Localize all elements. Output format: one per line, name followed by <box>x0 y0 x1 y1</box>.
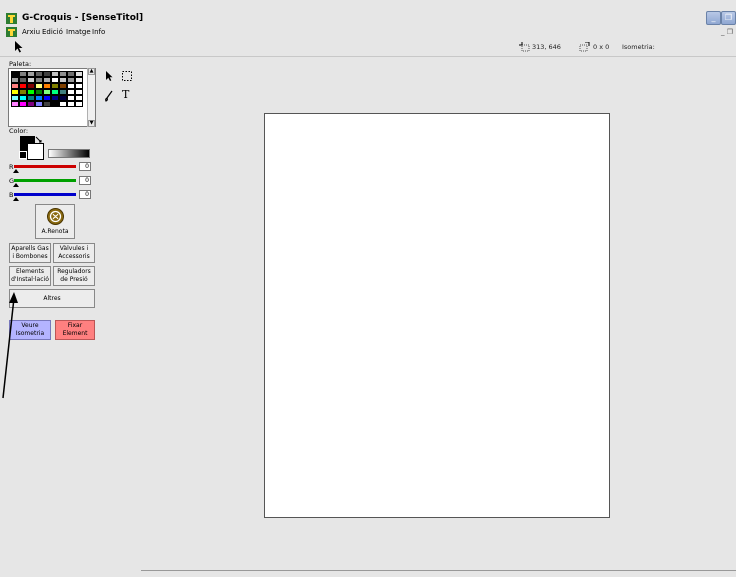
scroll-up-icon[interactable]: ▲ <box>88 68 95 75</box>
app-icon <box>6 13 17 24</box>
palette-swatch[interactable] <box>51 101 59 107</box>
palette-grid[interactable] <box>11 71 83 107</box>
brush-icon[interactable] <box>103 90 115 102</box>
window-title: G-Croquis - [SenseTitol] <box>22 13 144 23</box>
palette-swatch[interactable] <box>19 101 27 107</box>
red-slider[interactable] <box>14 165 76 168</box>
menu-bar <box>0 26 736 38</box>
palette-swatch[interactable] <box>27 101 35 107</box>
position-icon <box>519 42 530 52</box>
document-icon <box>6 27 17 37</box>
renota-label: A.Renota <box>41 228 69 235</box>
menu-edicio[interactable]: Edició <box>42 27 63 37</box>
pressure-regulators-button[interactable]: Reguladors de Presió <box>53 266 95 286</box>
renota-logo-icon <box>47 208 64 225</box>
green-slider-thumb[interactable] <box>13 183 19 187</box>
background-color-swatch[interactable] <box>27 143 44 160</box>
green-slider[interactable] <box>14 179 76 182</box>
palette-swatch[interactable] <box>11 101 19 107</box>
drawing-canvas[interactable] <box>264 113 610 518</box>
installation-elements-button[interactable]: Elements d'Instal·lació <box>9 266 51 286</box>
palette-scrollbar[interactable]: ▲ ▼ <box>87 68 95 127</box>
annotation-arrow-icon <box>2 292 18 399</box>
green-value[interactable]: 0 <box>79 176 91 185</box>
palette-label: Paleta: <box>9 60 32 68</box>
fix-element-button[interactable]: Fixar Element <box>55 320 95 340</box>
palette-swatch[interactable] <box>59 101 67 107</box>
blue-slider-thumb[interactable] <box>13 197 19 201</box>
menu-info[interactable]: Info <box>92 27 105 37</box>
scroll-down-icon[interactable]: ▼ <box>88 120 95 127</box>
size-icon <box>579 42 590 52</box>
renota-logo-button[interactable]: A.Renota <box>35 204 75 239</box>
menu-imatge[interactable]: Imatge <box>66 27 91 37</box>
reset-colors-icon[interactable] <box>19 151 27 159</box>
mdi-window-controls[interactable]: _ ❐ <box>721 27 733 37</box>
gas-appliances-button[interactable]: Aparells Gas i Bombones <box>9 243 51 263</box>
minimize-button[interactable]: _ <box>706 11 721 25</box>
text-tool-icon[interactable]: T <box>122 88 129 101</box>
swap-colors-icon[interactable] <box>35 136 42 143</box>
valves-accessories-button[interactable]: Vàlvules i Accessoris <box>53 243 95 263</box>
palette-swatch[interactable] <box>67 101 75 107</box>
blue-slider[interactable] <box>14 193 76 196</box>
others-button[interactable]: Altres <box>9 289 95 308</box>
blue-value[interactable]: 0 <box>79 190 91 199</box>
red-slider-thumb[interactable] <box>13 169 19 173</box>
palette-swatch[interactable] <box>35 101 43 107</box>
select-arrow-icon[interactable] <box>103 70 115 82</box>
isometry-status: Isometria: <box>622 43 655 51</box>
selection-size: 0 x 0 <box>593 43 610 51</box>
menu-arxiu[interactable]: Arxiu <box>22 27 40 37</box>
gray-gradient-bar[interactable] <box>48 149 90 158</box>
color-palette[interactable] <box>8 68 96 127</box>
restore-button[interactable]: ❐ <box>721 11 736 25</box>
red-value[interactable]: 0 <box>79 162 91 171</box>
color-label: Color: <box>9 127 29 135</box>
pointer-tool-icon[interactable] <box>14 41 24 53</box>
cursor-position: 313, 646 <box>532 43 561 51</box>
palette-swatch[interactable] <box>75 101 83 107</box>
rectangle-select-icon[interactable] <box>121 70 133 82</box>
palette-swatch[interactable] <box>43 101 51 107</box>
